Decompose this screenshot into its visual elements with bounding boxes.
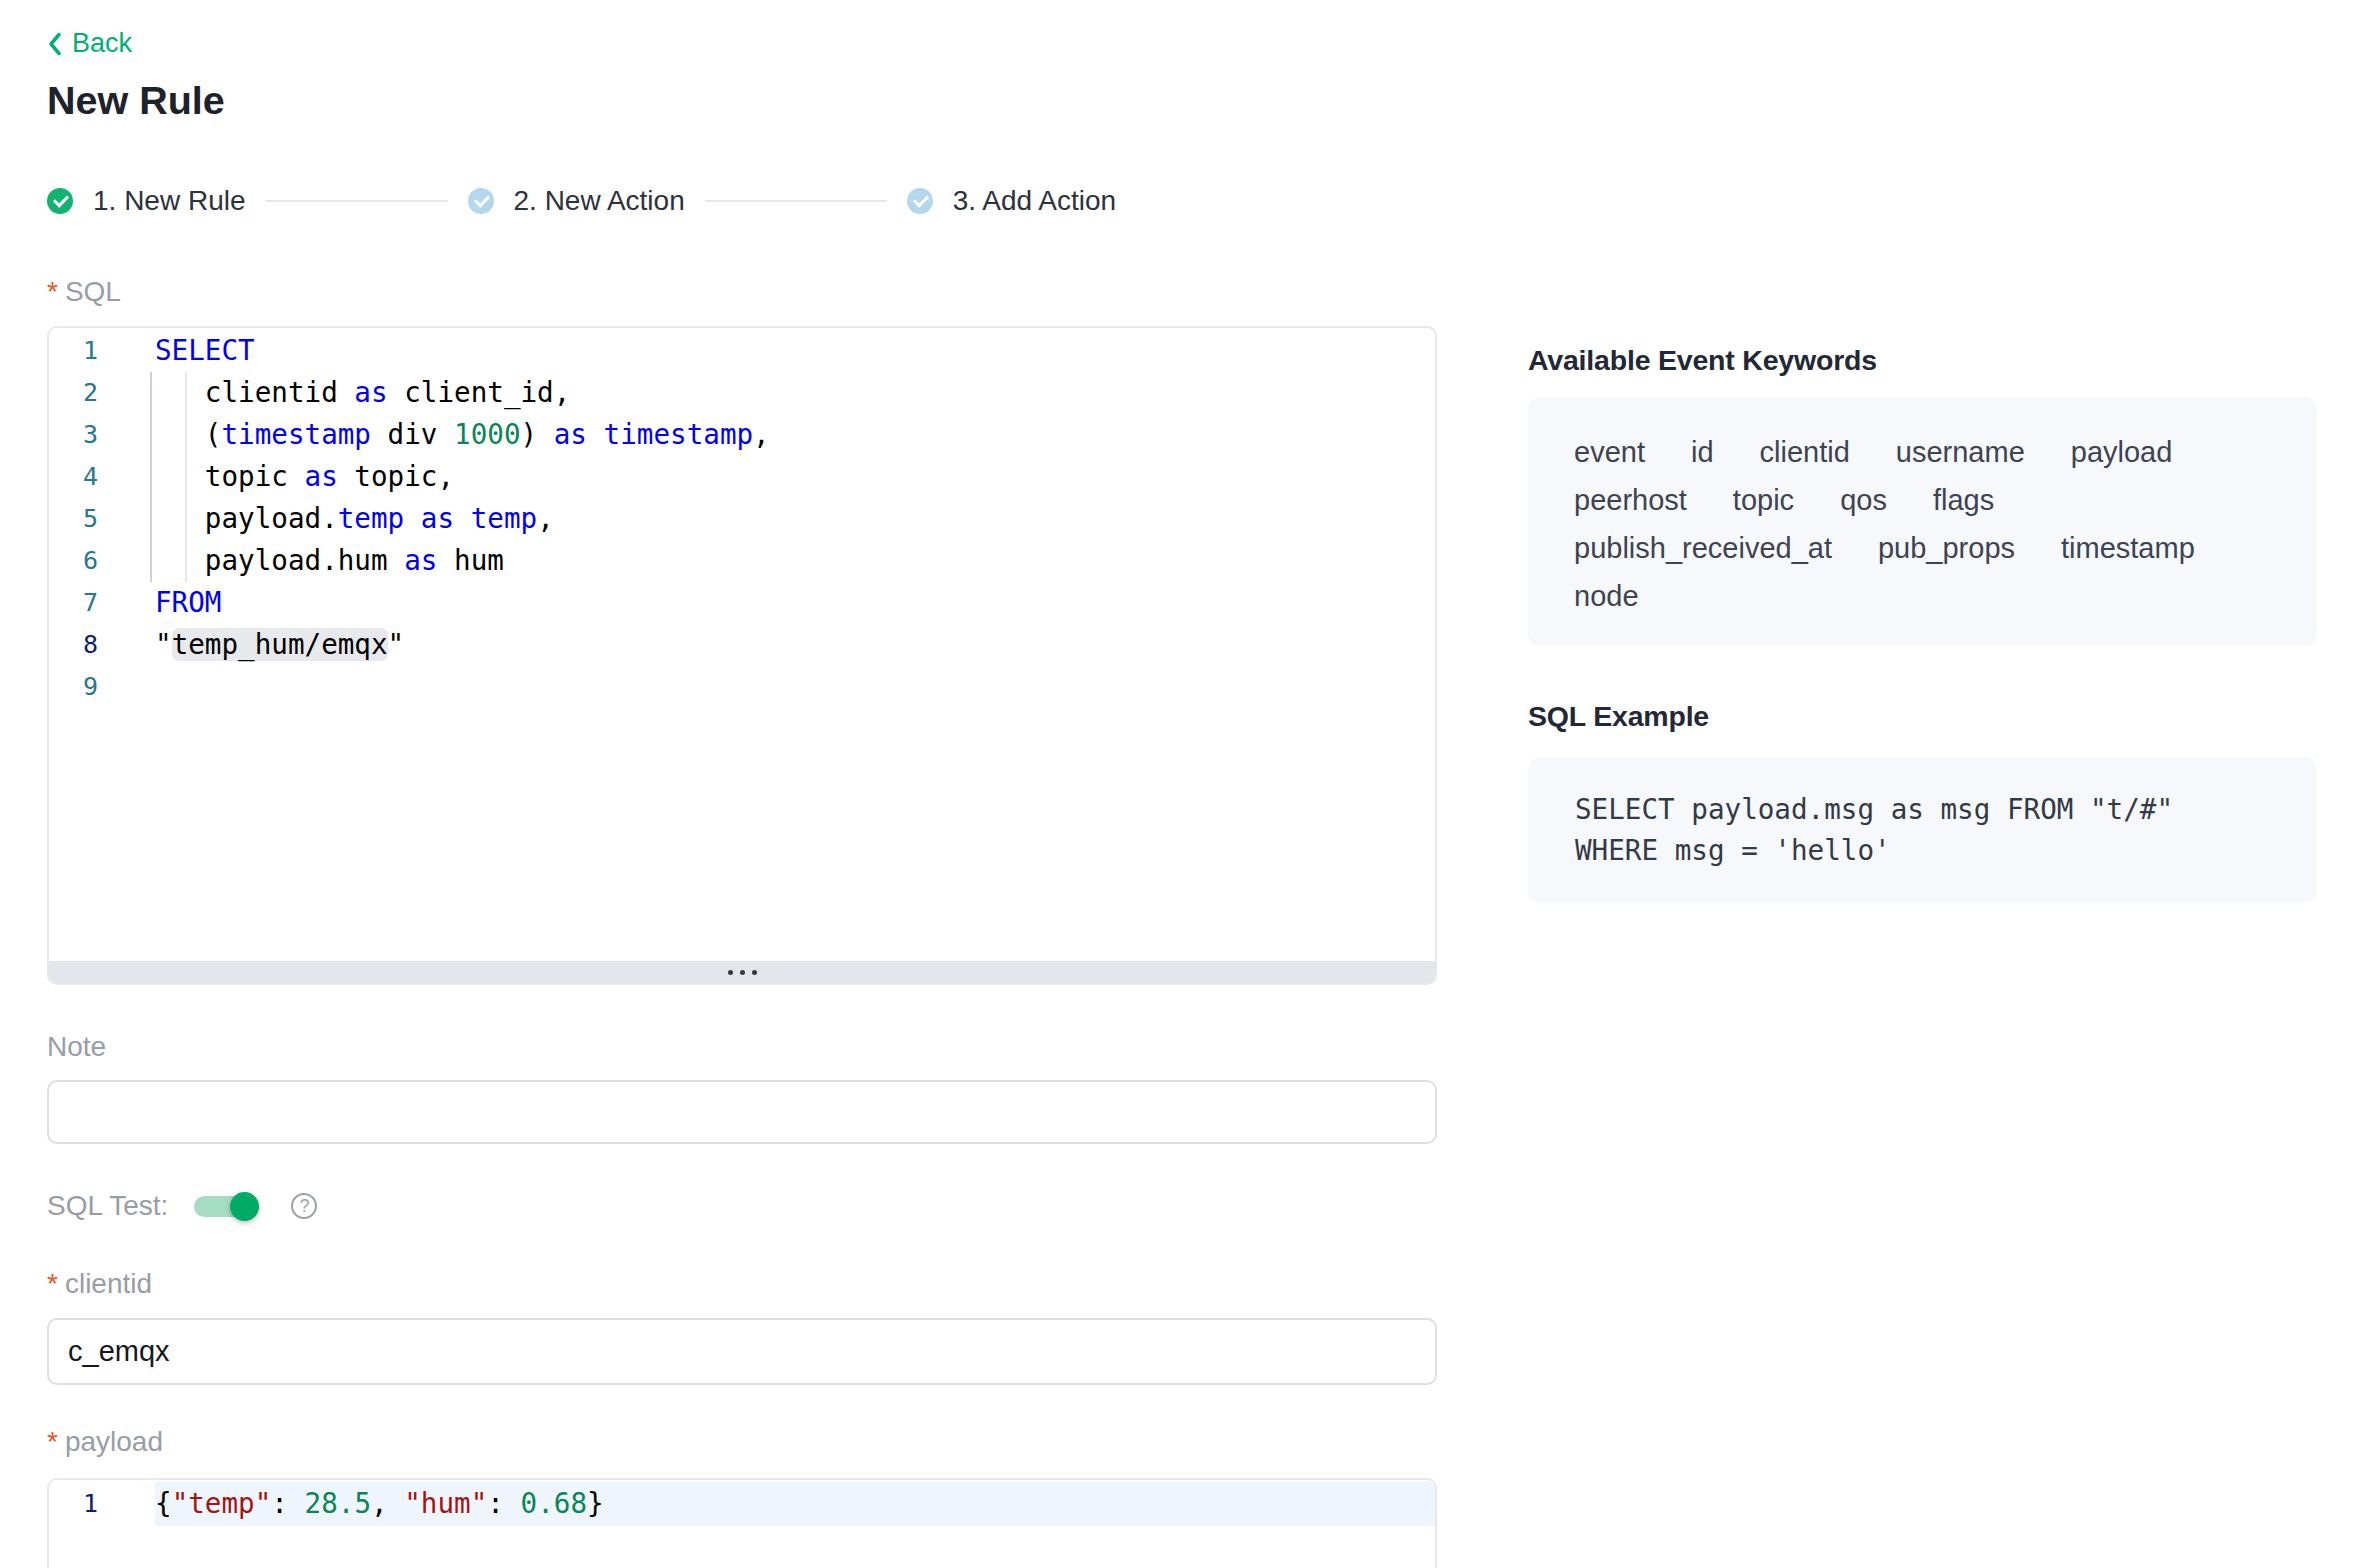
code-text: "temp_hum/emqx" — [155, 624, 1435, 666]
event-keyword: payload — [2071, 428, 2173, 476]
clientid-input-wrap — [47, 1318, 1437, 1385]
keywords-box: eventid clientid username payload peerhost to… — [1528, 397, 2317, 646]
event-keyword: clientid — [1760, 428, 1850, 476]
editor-resize-handle[interactable] — [49, 961, 1435, 983]
required-mark: * — [47, 1426, 58, 1458]
required-mark: * — [47, 1268, 58, 1300]
code-line: 2 clientid as client_id, — [49, 372, 1435, 414]
clientid-input[interactable] — [47, 1318, 1437, 1385]
line-number: 1 — [49, 330, 98, 372]
event-keyword: event — [1574, 428, 1645, 476]
back-link[interactable]: Back — [47, 28, 132, 59]
sql-test-label-text: SQL Test: — [47, 1190, 168, 1222]
code-text: clientid as client_id, — [155, 372, 1435, 414]
event-keyword: username — [1896, 428, 2025, 476]
help-glyph: ? — [299, 1196, 309, 1217]
code-text: payload.hum as hum — [155, 540, 1435, 582]
step-label: 1. New Rule — [93, 185, 246, 217]
clientid-field-label: * clientid — [47, 1268, 152, 1300]
code-text: topic as topic, — [155, 456, 1435, 498]
note-input-wrap — [47, 1080, 1437, 1144]
line-number: 8 — [49, 624, 98, 666]
sql-field-label: * SQL — [47, 276, 121, 308]
event-keyword: id — [1691, 428, 1714, 476]
sql-code-editor[interactable]: 1SELECT2 clientid as client_id,3 (timest… — [47, 326, 1437, 985]
sql-test-toggle[interactable] — [194, 1196, 259, 1217]
event-keyword: topic — [1733, 476, 1794, 524]
code-text: payload.temp as temp, — [155, 498, 1435, 540]
toggle-knob — [230, 1192, 259, 1221]
step-label: 2. New Action — [514, 185, 685, 217]
note-label-text: Note — [47, 1031, 106, 1063]
note-field-label: Note — [47, 1031, 106, 1063]
code-text: SELECT — [155, 330, 1435, 372]
event-keyword: publish_received_at — [1574, 524, 1832, 572]
code-line: 7 FROM — [49, 582, 1435, 624]
code-text: {"temp": 28.5, "hum": 0.68} — [155, 1482, 1435, 1526]
line-number: 2 — [49, 372, 98, 414]
event-keyword: qos — [1840, 476, 1887, 524]
step-label: 3. Add Action — [953, 185, 1116, 217]
sql-test-row: SQL Test: ? — [47, 1190, 317, 1222]
sql-example-line: WHERE msg = 'hello' — [1575, 830, 2317, 871]
indent-guide — [150, 372, 152, 582]
event-keyword: timestamp — [2061, 524, 2195, 572]
code-line: 9 — [49, 666, 1435, 708]
sql-example-title: SQL Example — [1528, 700, 1709, 733]
event-keyword: pub_props — [1878, 524, 2015, 572]
indent-guide — [185, 372, 187, 582]
code-line: 1 SELECT — [49, 330, 1435, 372]
sql-example-box: SELECT payload.msg as msg FROM "t/#"WHER… — [1528, 757, 2317, 903]
sql-test-label: SQL Test: — [47, 1190, 168, 1222]
note-input[interactable] — [47, 1080, 1437, 1144]
step-item[interactable]: 1. New Rule — [47, 185, 246, 217]
step-item[interactable]: 3. Add Action — [907, 185, 1116, 217]
code-line: 3 (timestamp div 1000) as timestamp, — [49, 414, 1435, 456]
help-icon[interactable]: ? — [291, 1193, 317, 1219]
back-label: Back — [72, 28, 132, 59]
event-keyword: peerhost — [1574, 476, 1687, 524]
payload-field-label: * payload — [47, 1426, 163, 1458]
line-number: 6 — [49, 540, 98, 582]
code-text: (timestamp div 1000) as timestamp, — [155, 414, 1435, 456]
line-number: 4 — [49, 456, 98, 498]
new-rule-page: Back New Rule 1. New Rule 2. New Action 3.… — [0, 0, 2356, 1568]
code-text: FROM — [155, 582, 1435, 624]
required-mark: * — [47, 276, 58, 308]
step-connector — [266, 200, 448, 202]
line-number: 5 — [49, 498, 98, 540]
event-keyword: node — [1574, 572, 1639, 620]
line-number: 3 — [49, 414, 98, 456]
step-check-icon — [468, 188, 494, 214]
page-title: New Rule — [47, 78, 225, 123]
clientid-label-text: clientid — [65, 1268, 152, 1300]
code-line: 8 "temp_hum/emqx" — [49, 624, 1435, 666]
step-check-icon — [47, 188, 73, 214]
step-item[interactable]: 2. New Action — [468, 185, 685, 217]
sql-example-line: SELECT payload.msg as msg FROM "t/#" — [1575, 789, 2317, 830]
code-line: 5 payload.temp as temp, — [49, 498, 1435, 540]
event-keyword: flags — [1933, 476, 1994, 524]
steps-bar: 1. New Rule 2. New Action 3. Add Action — [47, 185, 1116, 217]
keywords-panel-title: Available Event Keywords — [1528, 344, 1877, 377]
line-number: 1 — [49, 1482, 98, 1526]
chevron-left-icon — [47, 31, 62, 57]
payload-label-text: payload — [65, 1426, 163, 1458]
code-line: 4 topic as topic, — [49, 456, 1435, 498]
step-connector — [705, 200, 887, 202]
sql-label-text: SQL — [65, 276, 121, 308]
code-line: 1 {"temp": 28.5, "hum": 0.68} — [49, 1482, 1435, 1526]
line-number: 7 — [49, 582, 98, 624]
step-check-icon — [907, 188, 933, 214]
code-text — [155, 666, 1435, 708]
code-line: 6 payload.hum as hum — [49, 540, 1435, 582]
line-number: 9 — [49, 666, 98, 708]
payload-code-editor[interactable]: 1 {"temp": 28.5, "hum": 0.68} — [47, 1478, 1437, 1568]
